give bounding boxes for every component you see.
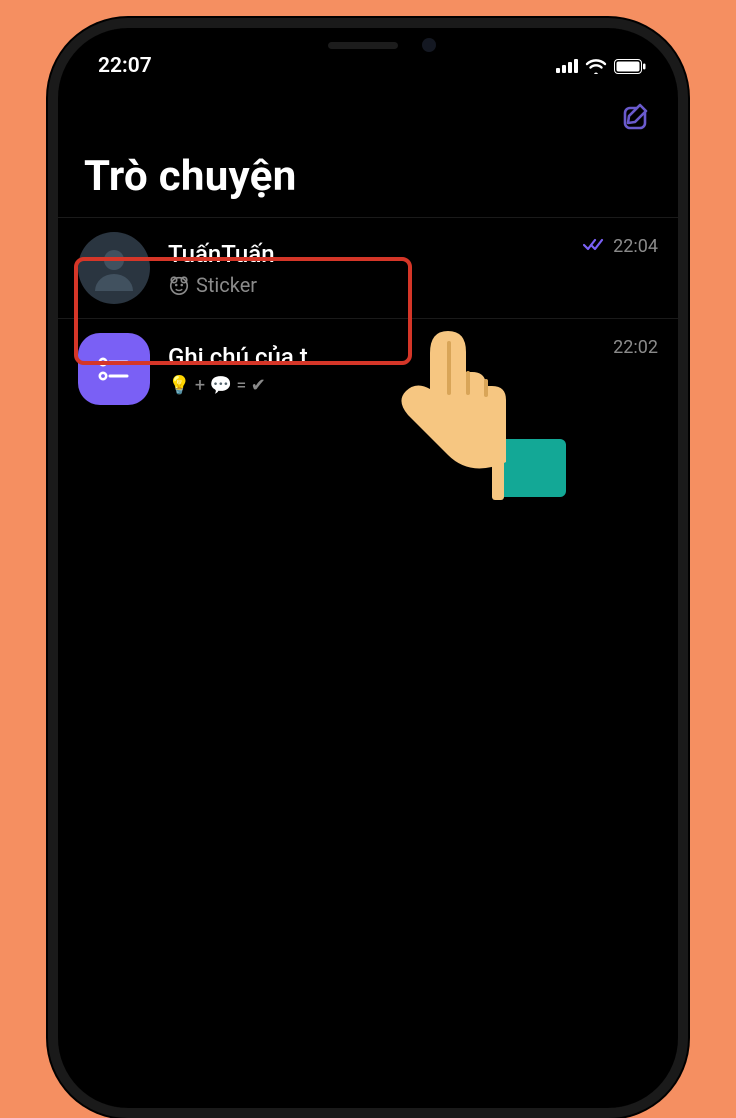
status-time: 22:07 bbox=[98, 54, 152, 78]
read-receipt-icon bbox=[583, 236, 605, 257]
wifi-icon bbox=[585, 58, 607, 74]
page-title: Trò chuyện bbox=[58, 138, 678, 217]
cellular-icon bbox=[556, 59, 578, 73]
chat-meta: 22:02 bbox=[613, 333, 658, 358]
sticker-icon bbox=[168, 274, 190, 296]
person-icon bbox=[89, 243, 139, 293]
chat-list: TuấnTuấn Sticker bbox=[58, 217, 678, 419]
battery-icon bbox=[614, 59, 646, 74]
chat-time: 22:04 bbox=[613, 236, 658, 257]
avatar bbox=[78, 232, 150, 304]
chat-main: Ghi chú của t 💡 + 💬 = ✔ bbox=[168, 342, 595, 396]
compose-button[interactable] bbox=[622, 102, 652, 136]
phone-notch bbox=[238, 28, 498, 64]
compose-icon bbox=[622, 102, 652, 132]
app-header bbox=[58, 84, 678, 138]
chat-preview: 💡 + 💬 = ✔ bbox=[168, 375, 595, 396]
chat-meta: 22:04 bbox=[583, 232, 658, 257]
chat-row[interactable]: Ghi chú của t 💡 + 💬 = ✔ 22:02 bbox=[58, 318, 678, 419]
chat-time: 22:02 bbox=[613, 337, 658, 358]
chat-preview-text: Sticker bbox=[196, 273, 257, 297]
notes-icon bbox=[93, 348, 135, 390]
chat-name: TuấnTuấn bbox=[168, 239, 565, 270]
avatar bbox=[78, 333, 150, 405]
chat-preview-text: 💡 + 💬 = ✔ bbox=[168, 375, 266, 396]
chat-preview: Sticker bbox=[168, 273, 565, 297]
chat-row[interactable]: TuấnTuấn Sticker bbox=[58, 217, 678, 318]
chat-name: Ghi chú của t bbox=[168, 342, 595, 373]
phone-frame: 22:07 bbox=[48, 18, 688, 1118]
chat-main: TuấnTuấn Sticker bbox=[168, 239, 565, 296]
app-screen: 22:07 bbox=[58, 28, 678, 1108]
status-indicators bbox=[556, 58, 646, 74]
